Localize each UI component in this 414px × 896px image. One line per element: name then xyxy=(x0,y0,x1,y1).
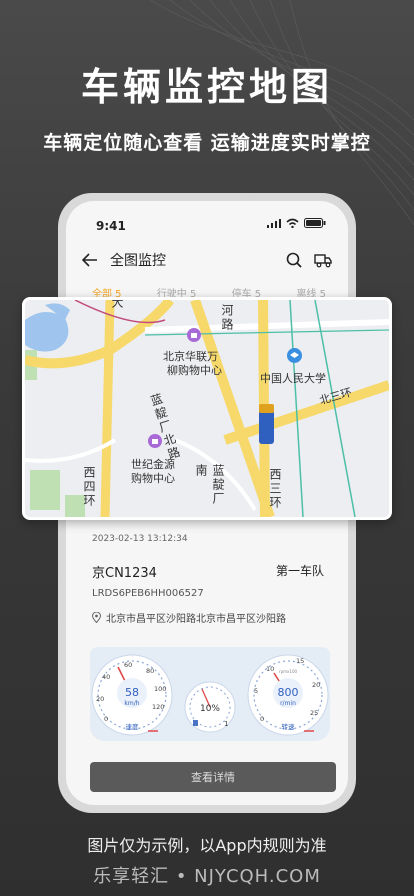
rpm-scale-note: rpmx100 xyxy=(279,669,298,674)
fuel-value: 10% xyxy=(200,704,220,714)
vehicle-address: 北京市昌平区沙阳路北京市昌平区沙阳路 xyxy=(92,610,286,625)
rpm-label: 转速 xyxy=(282,722,296,731)
brand-watermark: 乐享轻汇 • NJYCQH.COM xyxy=(93,866,321,887)
rpm-tick-15: 15 xyxy=(296,657,304,665)
rpm-value: 800 xyxy=(278,686,299,699)
poi-label-3b: 购物中心 xyxy=(131,472,175,485)
vehicle-dashboard: 0 20 40 60 80 100 120 58 km/h 速度 10% 1 0… xyxy=(90,647,330,741)
rpm-tick-25: 25 xyxy=(310,709,318,717)
rpm-tick-0: 0 xyxy=(260,715,264,723)
speed-tick-100: 100 xyxy=(154,685,166,693)
monitoring-map[interactable]: 北京华联万 柳购物中心 中国人民大学 世纪金源 购物中心 河路 北三环 蓝靛厂北… xyxy=(22,297,392,520)
vehicle-timestamp: 2023-02-13 13:12:34 xyxy=(92,534,188,544)
page-subline: 车辆定位随心查看 运输进度实时掌控 xyxy=(43,132,371,154)
wifi-icon xyxy=(286,218,299,228)
footer-note: 图片仅为示例，以App内规则为准 xyxy=(87,836,327,855)
rpm-tick-20: 20 xyxy=(312,681,320,689)
rpm-tick-10: 10 xyxy=(266,665,274,673)
vehicle-plate: 京CN1234 xyxy=(92,566,157,581)
fuel-gauge: 10% 1 xyxy=(184,681,236,733)
poi-label-1b: 柳购物中心 xyxy=(167,364,222,377)
shopping-bag-icon xyxy=(187,328,201,342)
vehicle-vin: LRDS6PEB6HH006527 xyxy=(92,588,204,599)
status-time: 9:41 xyxy=(96,219,126,233)
rpm-gauge: 0 5 10 15 20 25 rpmx100 800 r/min 转速 xyxy=(247,654,329,736)
road-label-west-3rd-ring: 西三环 xyxy=(268,468,282,510)
road-label-landian-south: 蓝靛厂南 xyxy=(194,464,225,506)
speed-value: 58 xyxy=(125,686,139,699)
signal-icon xyxy=(267,218,281,228)
speed-unit: km/h xyxy=(124,700,139,707)
fuel-icon xyxy=(193,720,198,726)
speed-gauge: 0 20 40 60 80 100 120 58 km/h 速度 xyxy=(91,654,173,736)
battery-icon xyxy=(304,218,326,228)
speed-label: 速度 xyxy=(126,722,140,731)
speed-tick-60: 60 xyxy=(124,661,132,669)
address-text: 北京市昌平区沙阳路北京市昌平区沙阳路 xyxy=(106,614,286,625)
road-label-west-4th-ring: 西四环 xyxy=(82,466,96,508)
vehicle-marker[interactable] xyxy=(259,410,274,444)
road-label-river: 河路 xyxy=(220,304,234,332)
speed-tick-120: 120 xyxy=(152,703,164,711)
view-details-button[interactable]: 查看详情 xyxy=(90,762,336,792)
speed-tick-20: 20 xyxy=(96,695,104,703)
speed-tick-80: 80 xyxy=(146,667,154,675)
speed-tick-0: 0 xyxy=(104,715,108,723)
road-label-da: 大 xyxy=(110,297,124,310)
speed-tick-40: 40 xyxy=(102,673,110,681)
page-title: 全图监控 xyxy=(110,253,166,269)
status-icons xyxy=(267,218,326,228)
page-headline: 车辆监控地图 xyxy=(80,65,333,109)
location-pin-icon xyxy=(92,612,101,623)
fuel-mark: 1 xyxy=(224,720,228,728)
back-arrow-icon[interactable] xyxy=(82,253,98,267)
search-icon[interactable] xyxy=(286,252,302,268)
vehicle-team: 第一车队 xyxy=(275,564,324,578)
poi-label-2: 中国人民大学 xyxy=(260,372,326,385)
app-bar: 全图监控 xyxy=(82,247,332,273)
truck-icon[interactable] xyxy=(314,252,332,268)
school-icon xyxy=(287,348,302,363)
rpm-tick-5: 5 xyxy=(254,687,258,695)
rpm-unit: r/min xyxy=(280,700,296,707)
